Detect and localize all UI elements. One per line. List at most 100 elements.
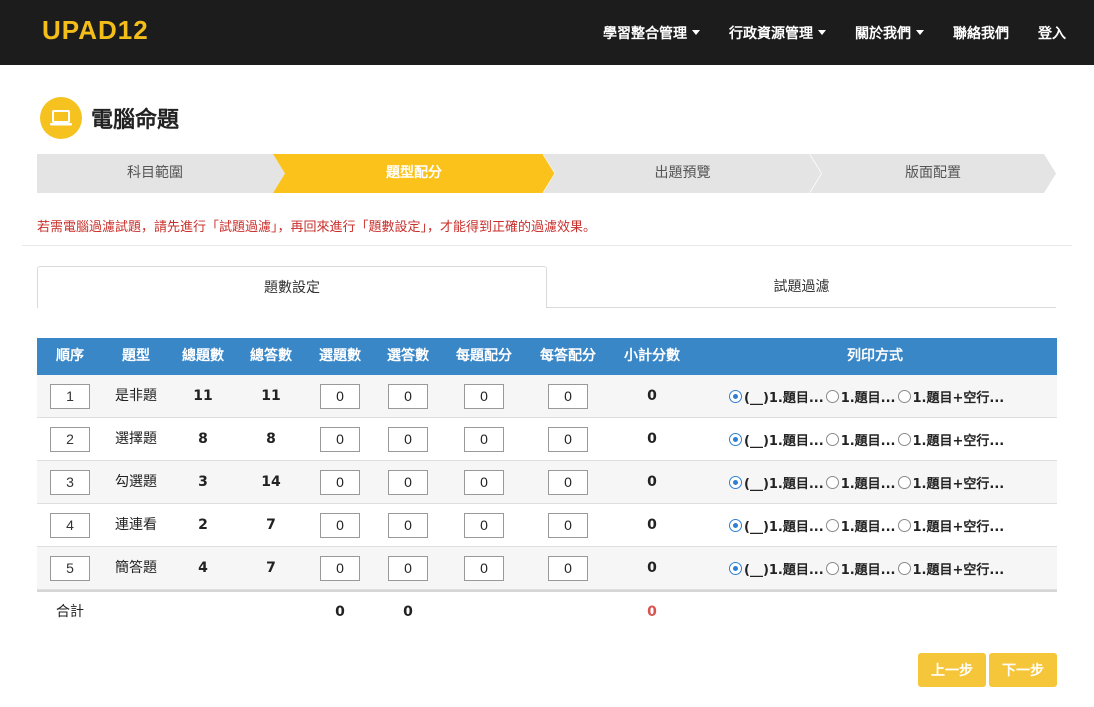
print-option-1[interactable]: (__)1.題目... bbox=[729, 516, 824, 535]
question-type: 簡答題 bbox=[115, 560, 157, 576]
print-option-2[interactable]: 1.題目... bbox=[825, 473, 896, 492]
filter-notice: 若需電腦過濾試題，請先進行「試題過濾」，再回來進行「題數設定」，才能得到正確的過… bbox=[37, 220, 597, 235]
selected-answers-input[interactable]: 0 bbox=[388, 513, 428, 538]
order-input[interactable]: 2 bbox=[50, 427, 90, 452]
per-question-score-input[interactable]: 0 bbox=[464, 427, 504, 452]
per-answer-score-input[interactable]: 0 bbox=[548, 427, 588, 452]
radio-button[interactable] bbox=[897, 562, 911, 575]
radio-button[interactable] bbox=[897, 519, 911, 532]
table-row: 5 簡答題 4 7 0 0 0 0 0 (__)1.題目... 1.題目... 1.題目+空行... bbox=[37, 547, 1057, 590]
prev-step-button[interactable]: 上一步 bbox=[918, 653, 986, 687]
table-row: 3 勾選題 3 14 0 0 0 0 0 (__)1.題目... 1.題目... 1.題目+空行... bbox=[37, 461, 1057, 504]
radio-button[interactable] bbox=[825, 433, 839, 446]
print-option-3[interactable]: 1.題目+空行... bbox=[897, 516, 1005, 535]
selected-questions-input[interactable]: 0 bbox=[320, 384, 360, 409]
nav-learning-management[interactable]: 學習整合管理 bbox=[603, 23, 700, 43]
radio-button[interactable] bbox=[825, 390, 839, 403]
selected-questions-input[interactable]: 0 bbox=[320, 427, 360, 452]
selected-answers-input[interactable]: 0 bbox=[388, 556, 428, 581]
order-input[interactable]: 4 bbox=[50, 513, 90, 538]
divider bbox=[22, 245, 1072, 246]
col-selected-questions: 選題數 bbox=[319, 348, 361, 364]
caret-down-icon bbox=[818, 30, 826, 35]
print-option-2[interactable]: 1.題目... bbox=[825, 516, 896, 535]
per-answer-score-input[interactable]: 0 bbox=[548, 513, 588, 538]
selected-questions-input[interactable]: 0 bbox=[320, 513, 360, 538]
nav-label: 關於我們 bbox=[855, 25, 911, 42]
print-option-label: (__)1.題目... bbox=[744, 520, 824, 535]
step-subject-range[interactable]: 科目範圍 bbox=[37, 154, 273, 193]
per-answer-score-input[interactable]: 0 bbox=[548, 556, 588, 581]
radio-button[interactable] bbox=[729, 433, 742, 446]
tab-question-filter[interactable]: 試題過濾 bbox=[547, 266, 1056, 308]
print-option-1[interactable]: (__)1.題目... bbox=[729, 473, 824, 492]
radio-button[interactable] bbox=[729, 519, 742, 532]
radio-button[interactable] bbox=[729, 562, 742, 575]
radio-button[interactable] bbox=[897, 433, 911, 446]
col-per-question-score: 每題配分 bbox=[456, 348, 512, 364]
print-option-2[interactable]: 1.題目... bbox=[825, 559, 896, 578]
next-step-button[interactable]: 下一步 bbox=[989, 653, 1057, 687]
laptop-icon bbox=[40, 97, 82, 139]
print-option-label: (__)1.題目... bbox=[744, 563, 824, 578]
print-option-3[interactable]: 1.題目+空行... bbox=[897, 387, 1004, 406]
per-answer-score-input[interactable]: 0 bbox=[548, 470, 588, 495]
radio-button[interactable] bbox=[897, 390, 911, 403]
print-option-2[interactable]: 1.題目... bbox=[825, 387, 896, 406]
order-input[interactable]: 3 bbox=[50, 470, 90, 495]
radio-button[interactable] bbox=[825, 476, 839, 489]
tab-question-count[interactable]: 題數設定 bbox=[37, 266, 547, 308]
col-order: 順序 bbox=[56, 348, 84, 364]
table-row: 1 是非題 11 11 0 0 0 0 0 (__)1.題目... 1.題目... 1.題目+空行..… bbox=[37, 375, 1057, 418]
print-option-1[interactable]: (__)1.題目... bbox=[729, 559, 824, 578]
print-option-label: 1.題目... bbox=[840, 434, 896, 449]
total-answers: 8 bbox=[266, 431, 276, 447]
col-selected-answers: 選答數 bbox=[387, 348, 429, 364]
radio-button[interactable] bbox=[729, 390, 742, 403]
radio-button[interactable] bbox=[897, 476, 911, 489]
radio-button[interactable] bbox=[729, 476, 742, 489]
order-input[interactable]: 5 bbox=[50, 556, 90, 581]
step-type-scoring[interactable]: 題型配分 bbox=[285, 154, 543, 193]
selected-answers-input[interactable]: 0 bbox=[388, 470, 428, 495]
per-question-score-input[interactable]: 0 bbox=[464, 470, 504, 495]
caret-down-icon bbox=[692, 30, 700, 35]
per-question-score-input[interactable]: 0 bbox=[464, 556, 504, 581]
print-option-2[interactable]: 1.題目... bbox=[825, 430, 896, 449]
page-header: 電腦命題 bbox=[40, 97, 179, 139]
site-logo[interactable]: UPAD12 bbox=[42, 15, 149, 46]
print-option-1[interactable]: (__)1.題目... bbox=[729, 387, 824, 406]
nav-contact-us[interactable]: 聯絡我們 bbox=[953, 23, 1009, 43]
question-type: 選擇題 bbox=[115, 431, 157, 447]
step-preview[interactable]: 出題預覽 bbox=[555, 154, 810, 193]
per-question-score-input[interactable]: 0 bbox=[464, 513, 504, 538]
print-mode-options: (__)1.題目... 1.題目... 1.題目+空行... bbox=[729, 375, 1006, 418]
print-option-3[interactable]: 1.題目+空行... bbox=[897, 559, 1004, 578]
subtotal-score: 0 bbox=[647, 388, 657, 404]
print-option-3[interactable]: 1.題目+空行... bbox=[897, 473, 1004, 492]
selected-answers-input[interactable]: 0 bbox=[388, 384, 428, 409]
wizard-steps: 科目範圍 題型配分 出題預覽 版面配置 bbox=[37, 154, 1056, 193]
print-mode-options: (__)1.題目... 1.題目... 1.題目+空行... bbox=[729, 461, 1006, 504]
per-answer-score-input[interactable]: 0 bbox=[548, 384, 588, 409]
nav-admin-resources[interactable]: 行政資源管理 bbox=[729, 23, 826, 43]
per-question-score-input[interactable]: 0 bbox=[464, 384, 504, 409]
selected-questions-input[interactable]: 0 bbox=[320, 556, 360, 581]
main-nav: 學習整合管理 行政資源管理 關於我們 聯絡我們 登入 bbox=[603, 0, 1094, 65]
total-answers: 14 bbox=[261, 474, 281, 490]
table-row: 4 連連看 2 7 0 0 0 0 0 (__)1.題目... 1.題目... 1.題目+空行... bbox=[37, 504, 1057, 547]
print-option-1[interactable]: (__)1.題目... bbox=[729, 430, 824, 449]
step-layout[interactable]: 版面配置 bbox=[822, 154, 1044, 193]
subtotal-score: 0 bbox=[647, 474, 657, 490]
radio-button[interactable] bbox=[825, 562, 839, 575]
total-questions: 2 bbox=[198, 517, 208, 533]
order-input[interactable]: 1 bbox=[50, 384, 90, 409]
total-subtotal: 0 bbox=[647, 604, 657, 620]
selected-answers-input[interactable]: 0 bbox=[388, 427, 428, 452]
selected-questions-input[interactable]: 0 bbox=[320, 470, 360, 495]
nav-about-us[interactable]: 關於我們 bbox=[855, 23, 924, 43]
radio-button[interactable] bbox=[825, 519, 839, 532]
nav-login[interactable]: 登入 bbox=[1038, 23, 1066, 43]
print-option-3[interactable]: 1.題目+空行... bbox=[897, 430, 1004, 449]
print-option-label: 1.題目+空行... bbox=[912, 520, 1005, 535]
